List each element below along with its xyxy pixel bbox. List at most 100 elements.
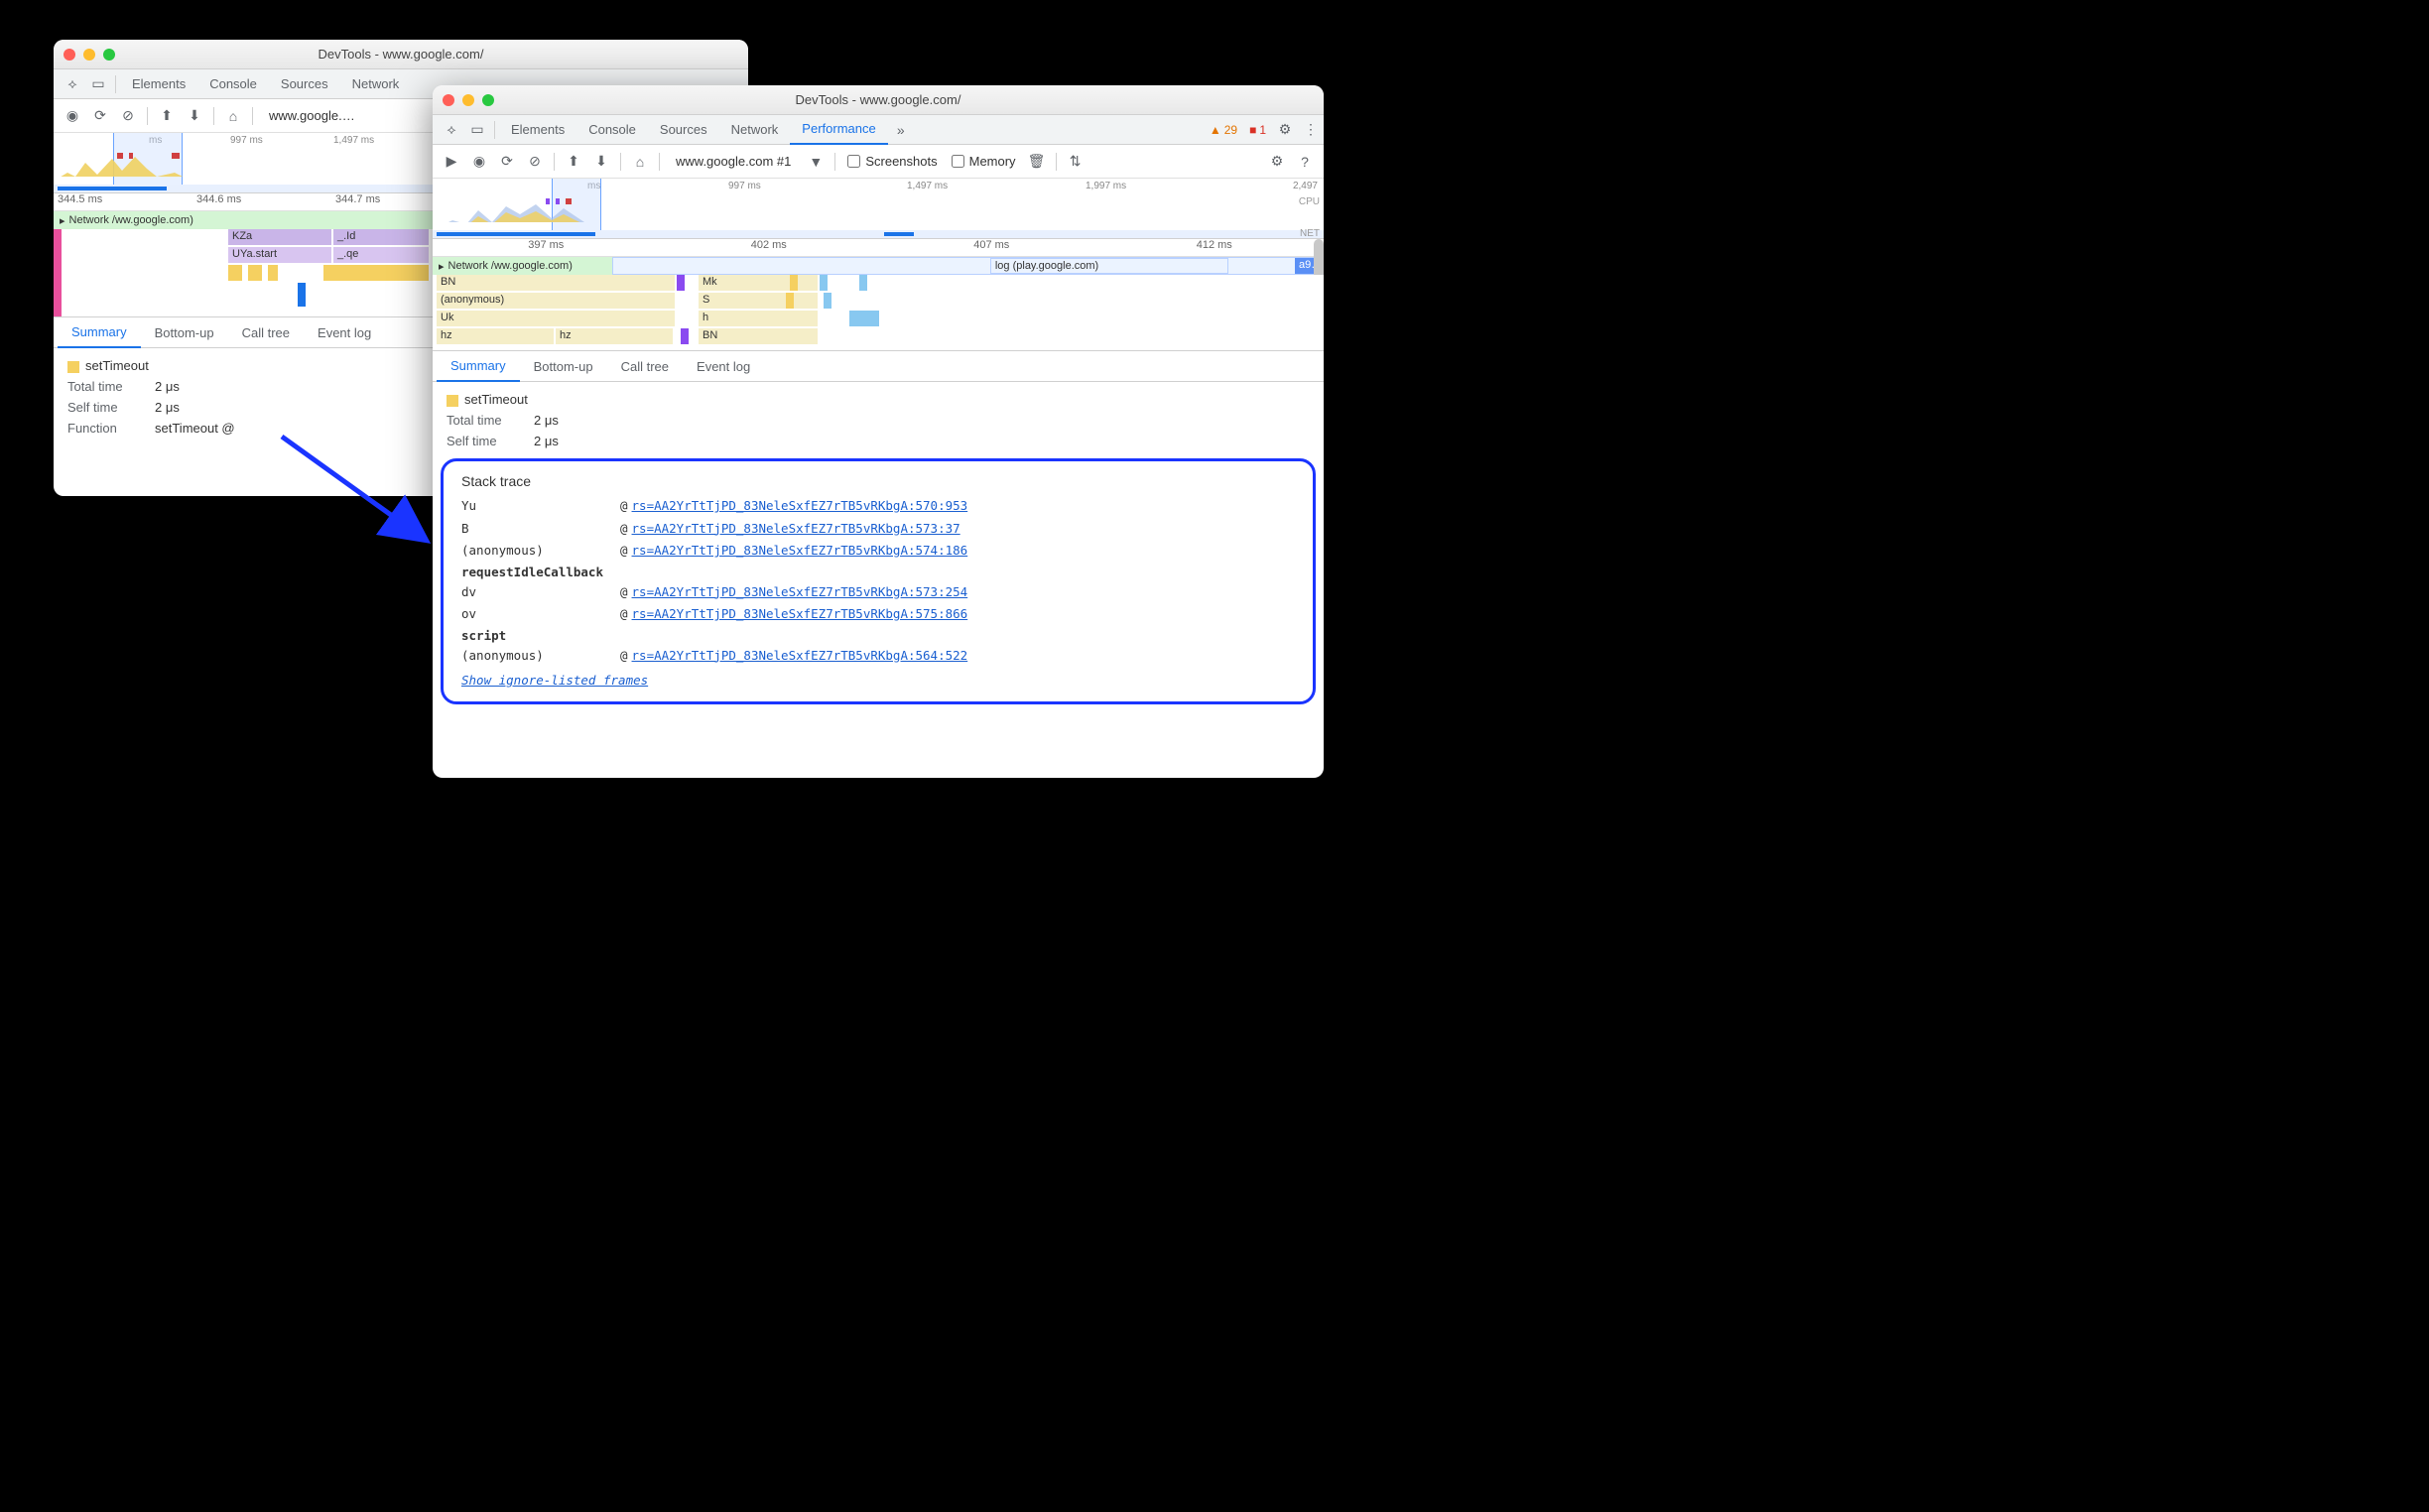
- subtab-call-tree[interactable]: Call tree: [607, 350, 683, 382]
- close-icon[interactable]: [443, 94, 454, 106]
- download-icon[interactable]: ⬇: [588, 149, 614, 175]
- ruler-tick: 344.5 ms: [54, 193, 192, 210]
- subtab-bottom-up[interactable]: Bottom-up: [141, 316, 228, 348]
- total-time-label: Total time: [447, 413, 516, 428]
- flame-block[interactable]: BN: [699, 328, 818, 344]
- home-icon[interactable]: ⌂: [220, 103, 246, 129]
- home-icon[interactable]: ⌂: [627, 149, 653, 175]
- function-label: Function: [67, 421, 137, 436]
- device-icon[interactable]: ▭: [464, 117, 490, 143]
- network-track[interactable]: ▸ Network /ww.google.com): [433, 257, 612, 275]
- color-chip: [447, 395, 458, 407]
- reload-icon[interactable]: ⟳: [494, 149, 520, 175]
- error-badge[interactable]: ■ 1: [1243, 123, 1272, 137]
- tab-elements[interactable]: Elements: [499, 115, 576, 145]
- flame-block[interactable]: BN: [437, 275, 675, 291]
- gc-icon[interactable]: 🗑: [1024, 149, 1050, 175]
- tab-network[interactable]: Network: [719, 115, 791, 145]
- ruler-tick: 412 ms: [1101, 239, 1325, 256]
- flame-block[interactable]: _.qe: [333, 247, 429, 263]
- flame-block[interactable]: Uk: [437, 311, 675, 326]
- subtab-event-log[interactable]: Event log: [683, 350, 764, 382]
- download-icon[interactable]: ⬇: [182, 103, 207, 129]
- help-icon[interactable]: ?: [1292, 149, 1318, 175]
- stack-link[interactable]: rs=AA2YrTtTjPD_83NeleSxfEZ7rTB5vRKbgA:57…: [632, 581, 968, 604]
- tab-sources[interactable]: Sources: [648, 115, 719, 145]
- flame-block[interactable]: UYa.start: [228, 247, 331, 263]
- subtab-summary[interactable]: Summary: [58, 316, 141, 348]
- show-ignored-link[interactable]: Show ignore-listed frames: [461, 673, 648, 688]
- total-time-label: Total time: [67, 379, 137, 394]
- memory-checkbox[interactable]: Memory: [952, 154, 1016, 169]
- settings-icon[interactable]: ⚙: [1264, 149, 1290, 175]
- minimize-icon[interactable]: [462, 94, 474, 106]
- flame-block[interactable]: KZa: [228, 229, 331, 245]
- flame-block[interactable]: S: [699, 293, 818, 309]
- scrollbar-thumb[interactable]: [1314, 239, 1324, 279]
- zoom-icon[interactable]: [482, 94, 494, 106]
- shortcuts-icon[interactable]: ⇅: [1063, 149, 1088, 175]
- inspect-icon[interactable]: ⟡: [60, 71, 85, 97]
- tick-1: 997 ms: [230, 135, 263, 146]
- warning-badge[interactable]: ▲ 29: [1204, 123, 1243, 137]
- kebab-icon[interactable]: ⋮: [1298, 117, 1324, 143]
- clear-icon[interactable]: ⊘: [115, 103, 141, 129]
- flame-chart[interactable]: BN Mk (anonymous) S Uk h hz hz BN: [433, 275, 1324, 350]
- clear-icon[interactable]: ⊘: [522, 149, 548, 175]
- titlebar: DevTools - www.google.com/: [433, 85, 1324, 115]
- screenshots-checkbox[interactable]: Screenshots: [847, 154, 937, 169]
- inspect-icon[interactable]: ⟡: [439, 117, 464, 143]
- play-icon[interactable]: ▶: [439, 149, 464, 175]
- tab-network[interactable]: Network: [340, 69, 412, 99]
- flame-block[interactable]: Mk: [699, 275, 818, 291]
- stack-link[interactable]: rs=AA2YrTtTjPD_83NeleSxfEZ7rTB5vRKbgA:57…: [632, 518, 960, 541]
- url-selector[interactable]: www.google.com #1: [666, 154, 801, 169]
- stack-group: requestIdleCallback: [461, 565, 1295, 579]
- subtab-call-tree[interactable]: Call tree: [228, 316, 304, 348]
- time-ruler: 397 ms 402 ms 407 ms 412 ms: [433, 239, 1324, 257]
- chevron-down-icon[interactable]: ▼: [803, 149, 829, 175]
- zoom-icon[interactable]: [103, 49, 115, 61]
- tab-console[interactable]: Console: [576, 115, 648, 145]
- device-icon[interactable]: ▭: [85, 71, 111, 97]
- subtab-event-log[interactable]: Event log: [304, 316, 385, 348]
- tick-total: 2,497: [1293, 181, 1318, 191]
- tab-performance[interactable]: Performance: [790, 115, 887, 145]
- stack-trace-panel: Stack trace Yu @ rs=AA2YrTtTjPD_83NeleSx…: [441, 458, 1316, 704]
- subtab-summary[interactable]: Summary: [437, 350, 520, 382]
- stack-link[interactable]: rs=AA2YrTtTjPD_83NeleSxfEZ7rTB5vRKbgA:57…: [632, 603, 968, 626]
- subtab-bottom-up[interactable]: Bottom-up: [520, 350, 607, 382]
- details-tabs: Summary Bottom-up Call tree Event log: [433, 350, 1324, 382]
- play-icon: ▸: [60, 214, 65, 227]
- tab-sources[interactable]: Sources: [269, 69, 340, 99]
- ruler-tick: 402 ms: [656, 239, 879, 256]
- function-value: setTimeout @: [155, 421, 235, 436]
- record-circle-icon[interactable]: ⟳: [87, 103, 113, 129]
- upload-icon[interactable]: ⬆: [561, 149, 586, 175]
- tab-elements[interactable]: Elements: [120, 69, 197, 99]
- tick-2: 1,497 ms: [907, 181, 948, 191]
- stack-link[interactable]: rs=AA2YrTtTjPD_83NeleSxfEZ7rTB5vRKbgA:56…: [632, 645, 968, 668]
- tab-console[interactable]: Console: [197, 69, 269, 99]
- flame-block[interactable]: hz: [556, 328, 673, 344]
- flame-block[interactable]: (anonymous): [437, 293, 675, 309]
- tick-1: 997 ms: [728, 181, 761, 191]
- close-icon[interactable]: [64, 49, 75, 61]
- stack-frame: Yu @ rs=AA2YrTtTjPD_83NeleSxfEZ7rTB5vRKb…: [461, 495, 1295, 518]
- settings-icon[interactable]: ⚙: [1272, 117, 1298, 143]
- flame-block[interactable]: _.Id: [333, 229, 429, 245]
- flame-block[interactable]: h: [699, 311, 818, 326]
- record-icon[interactable]: ◉: [60, 103, 85, 129]
- flame-block[interactable]: hz: [437, 328, 554, 344]
- stack-link[interactable]: rs=AA2YrTtTjPD_83NeleSxfEZ7rTB5vRKbgA:57…: [632, 495, 968, 518]
- minimize-icon[interactable]: [83, 49, 95, 61]
- upload-icon[interactable]: ⬆: [154, 103, 180, 129]
- timeline-overview[interactable]: ms 997 ms 1,497 ms 1,997 ms 2,497 CPU NE…: [433, 179, 1324, 239]
- network-entry[interactable]: log (play.google.com): [990, 258, 1228, 274]
- more-tabs-icon[interactable]: »: [888, 117, 914, 143]
- record-icon[interactable]: ◉: [466, 149, 492, 175]
- tick-2: 1,497 ms: [333, 135, 374, 146]
- stack-link[interactable]: rs=AA2YrTtTjPD_83NeleSxfEZ7rTB5vRKbgA:57…: [632, 540, 968, 563]
- event-name: setTimeout: [85, 358, 149, 373]
- cpu-waveform: [58, 151, 435, 177]
